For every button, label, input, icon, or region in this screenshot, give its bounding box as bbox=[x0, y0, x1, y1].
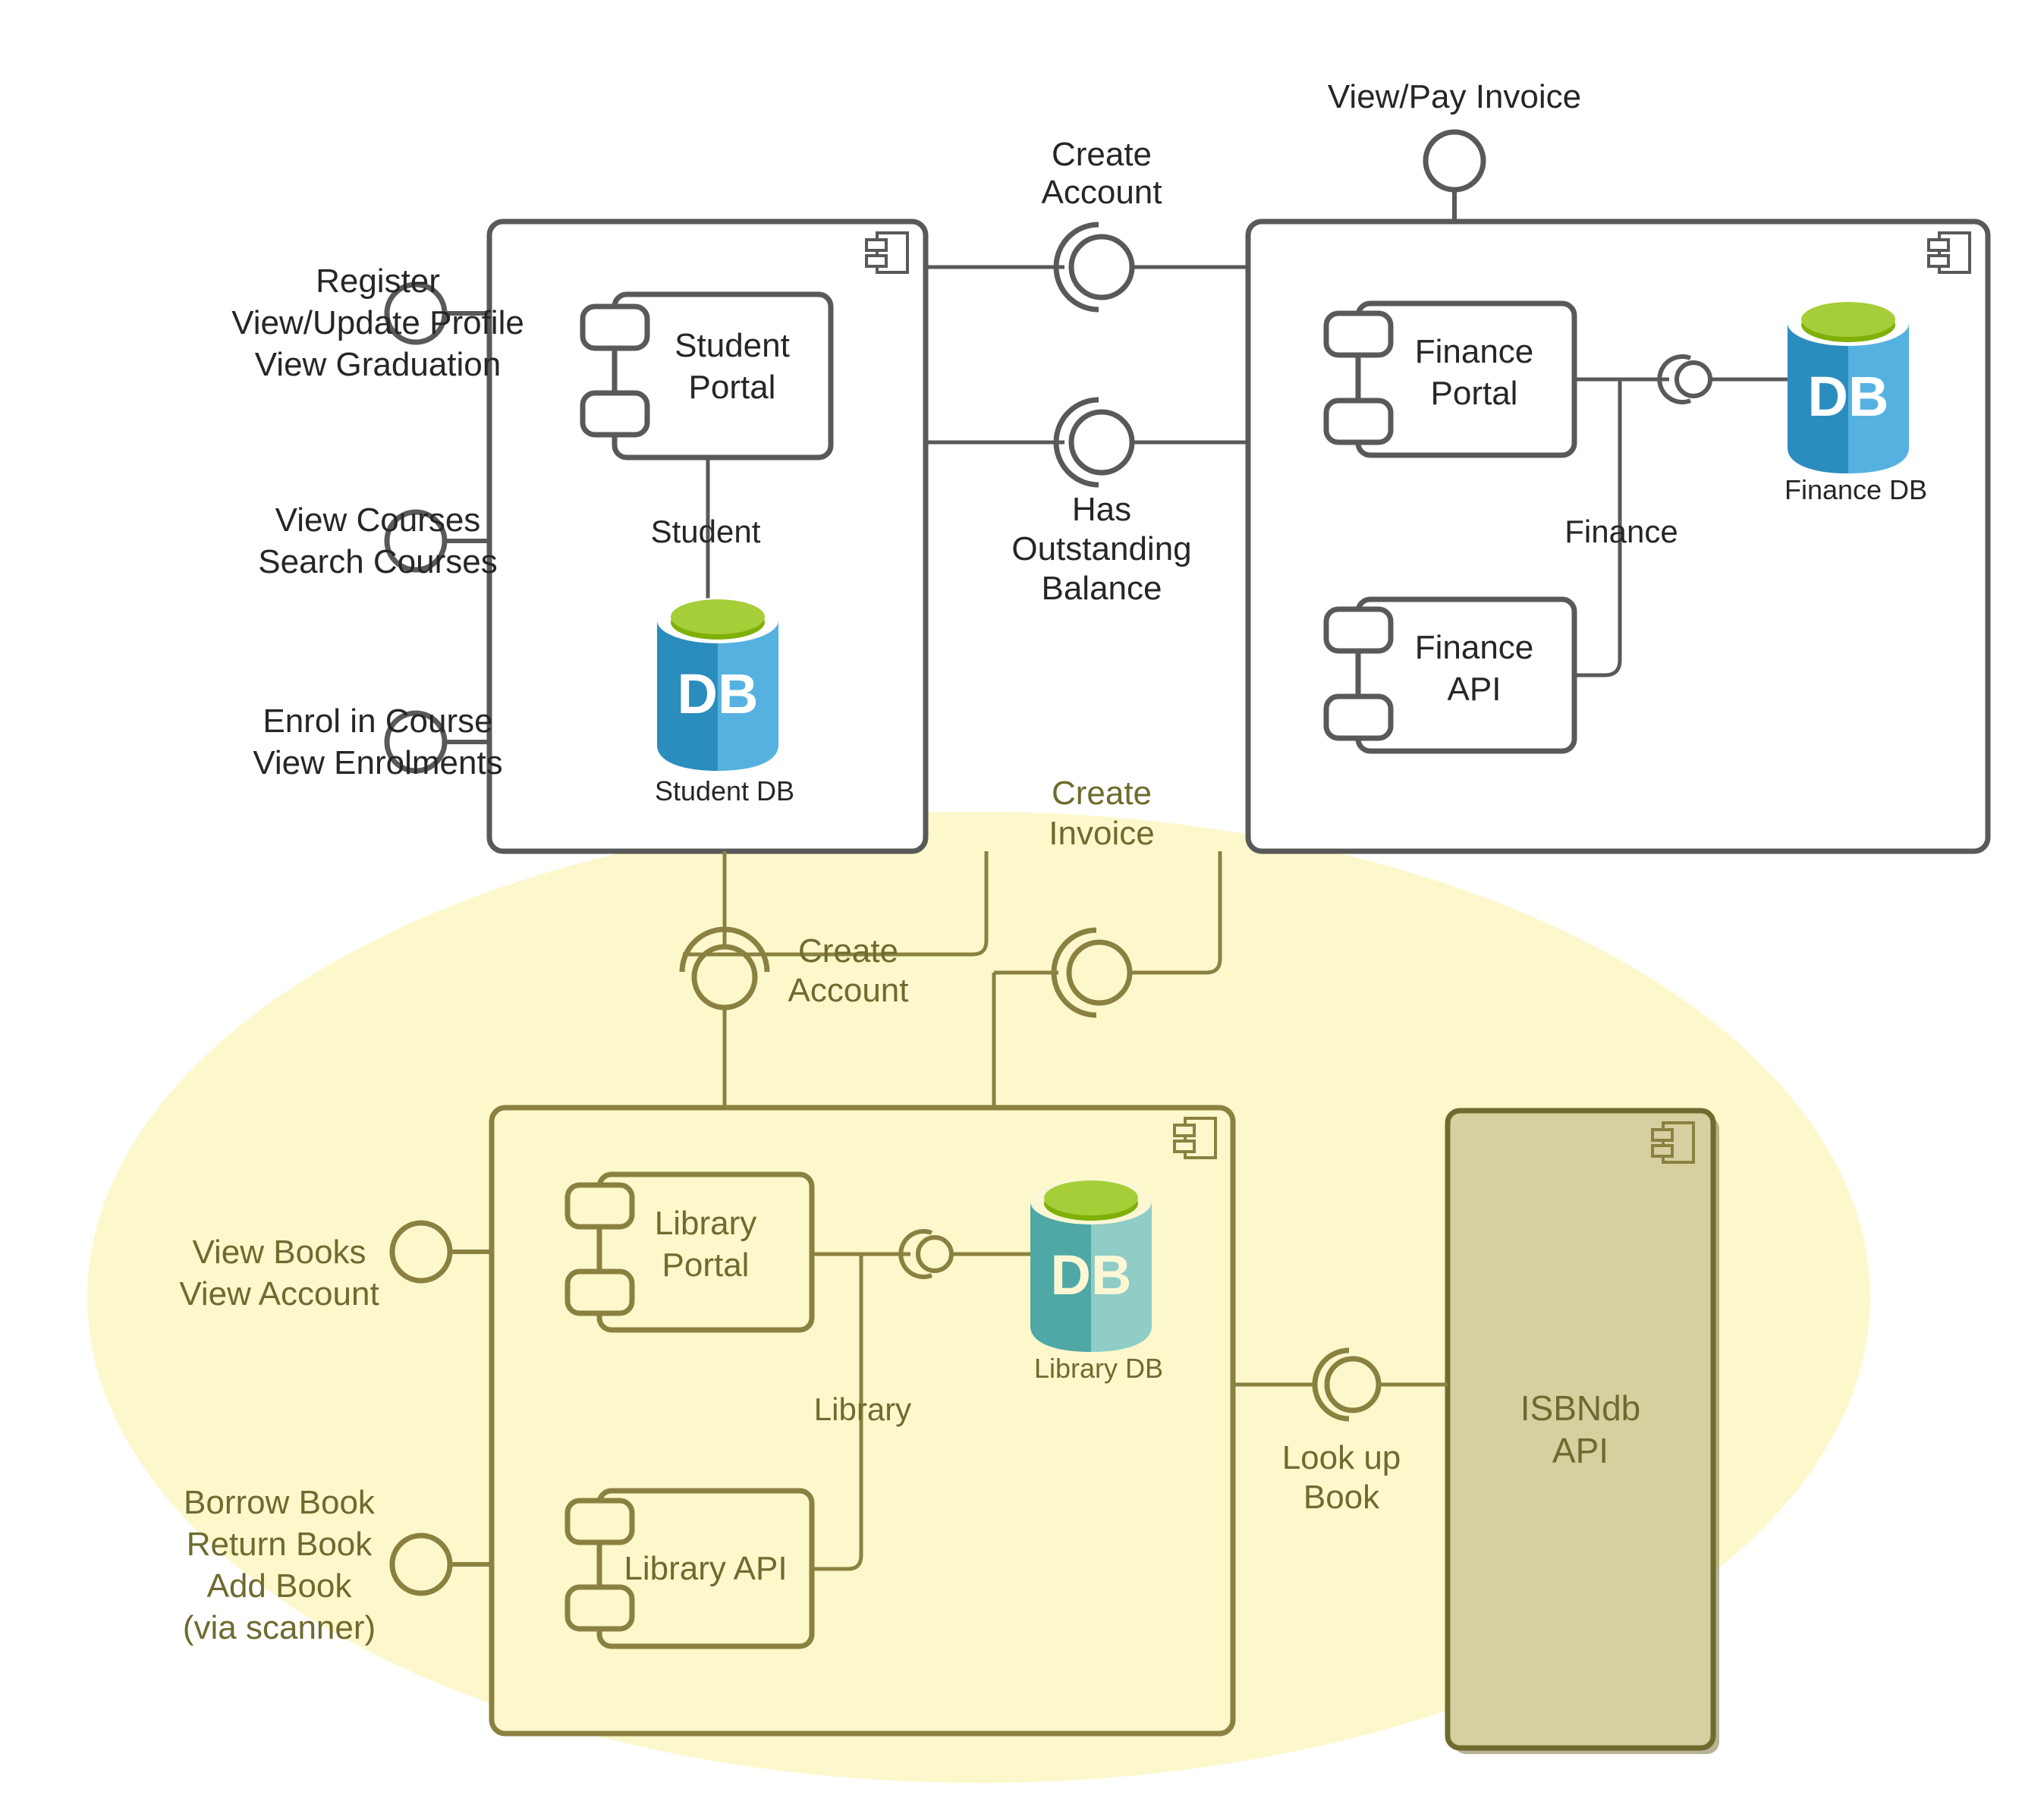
student-portal-label-2: Portal bbox=[689, 369, 776, 406]
student-db-caption: Student DB bbox=[655, 775, 794, 806]
label-line-1: Has bbox=[1072, 491, 1131, 528]
label-line-3: Balance bbox=[1041, 570, 1162, 607]
finance-db-caption: Finance DB bbox=[1785, 474, 1927, 505]
component-tab-top bbox=[580, 303, 650, 351]
component-tab-bottom bbox=[1323, 693, 1394, 741]
label-line-1: Enrol in Course bbox=[263, 703, 492, 740]
component-finance-portal[interactable]: Finance Portal bbox=[1323, 300, 1577, 458]
finance-api-label-2: API bbox=[1448, 671, 1502, 708]
library-portal-label-2: Portal bbox=[662, 1246, 750, 1284]
finance-api-label-1: Finance bbox=[1415, 629, 1534, 666]
label-line-2: Search Courses bbox=[258, 543, 497, 580]
component-tab-bottom bbox=[580, 390, 650, 438]
database-student-db[interactable] bbox=[657, 598, 778, 771]
interface-create-account-top[interactable] bbox=[926, 222, 1248, 313]
component-tab-top bbox=[1323, 310, 1394, 358]
label-has-outstanding-balance: Has Outstanding Balance bbox=[1011, 491, 1191, 607]
component-tab-top bbox=[564, 1182, 635, 1230]
connector-label-finance: Finance bbox=[1564, 514, 1678, 549]
label-line-1: View Courses bbox=[275, 501, 481, 539]
component-library-api[interactable]: Library API bbox=[564, 1488, 815, 1649]
component-tab-bottom bbox=[564, 1584, 635, 1632]
component-isbndb-api[interactable]: ISBNdb API bbox=[1445, 1108, 1719, 1754]
label-create-account-top: Create Account bbox=[1042, 136, 1162, 211]
component-diagram-svg: DB DB Student Portal Student Student DB … bbox=[87, 78, 1991, 1783]
label-line-1: Register bbox=[316, 262, 440, 300]
connector-label-student: Student bbox=[651, 514, 761, 549]
label-line-1: View/Pay Invoice bbox=[1328, 78, 1581, 115]
label-line-2: Book bbox=[1303, 1479, 1380, 1516]
label-line-1: Create bbox=[798, 932, 898, 970]
component-tab-bottom bbox=[1323, 398, 1394, 445]
label-line-1: Look up bbox=[1282, 1439, 1401, 1476]
label-line-3: View Graduation bbox=[255, 346, 502, 383]
component-tab-top bbox=[1323, 606, 1394, 654]
component-tab-bottom bbox=[564, 1268, 635, 1316]
isbndb-api-label-1: ISBNdb bbox=[1520, 1388, 1641, 1428]
label-line-2: View/Update Profile bbox=[231, 304, 524, 341]
label-line-2: Account bbox=[1042, 174, 1162, 211]
finance-portal-label-1: Finance bbox=[1415, 333, 1534, 370]
label-line-2: Outstanding bbox=[1011, 530, 1191, 567]
label-line-1: View Books bbox=[192, 1234, 366, 1271]
isbndb-body bbox=[1445, 1108, 1716, 1751]
label-line-4: (via scanner) bbox=[183, 1609, 376, 1646]
connector-label-library: Library bbox=[814, 1391, 911, 1427]
component-student-portal[interactable]: Student Portal bbox=[580, 291, 834, 461]
label-line-2: View Enrolments bbox=[253, 744, 502, 781]
label-line-1: Create bbox=[1052, 775, 1152, 812]
port-view-pay-invoice[interactable] bbox=[1423, 129, 1486, 222]
isbndb-api-label-2: API bbox=[1552, 1431, 1608, 1470]
library-api-label-1: Library API bbox=[624, 1550, 787, 1587]
label-line-1: Create bbox=[1052, 136, 1152, 173]
database-finance-db[interactable] bbox=[1788, 300, 1909, 473]
finance-portal-label-2: Portal bbox=[1431, 375, 1518, 412]
diagram-canvas: DB DB Student Portal Student Student DB … bbox=[0, 0, 2044, 1795]
student-portal-label-1: Student bbox=[675, 327, 790, 364]
label-line-2: Account bbox=[788, 972, 909, 1009]
label-line-2: View Account bbox=[179, 1275, 379, 1312]
database-library-db[interactable] bbox=[1030, 1179, 1152, 1352]
label-line-3: Add Book bbox=[207, 1567, 353, 1605]
library-portal-label-1: Library bbox=[655, 1205, 757, 1242]
component-tab-top bbox=[564, 1498, 635, 1545]
label-create-invoice: Create Invoice bbox=[1049, 775, 1154, 852]
label-student-profile: Register View/Update Profile View Gradua… bbox=[231, 262, 524, 383]
library-db-caption: Library DB bbox=[1034, 1353, 1163, 1384]
label-view-pay-invoice: View/Pay Invoice bbox=[1328, 78, 1581, 115]
component-library-portal[interactable]: Library Portal bbox=[564, 1171, 815, 1333]
label-line-1: Borrow Book bbox=[184, 1484, 376, 1521]
interface-has-outstanding-balance[interactable] bbox=[926, 397, 1248, 488]
label-line-2: Return Book bbox=[187, 1526, 373, 1563]
label-line-2: Invoice bbox=[1049, 815, 1154, 852]
component-finance-api[interactable]: Finance API bbox=[1323, 596, 1577, 754]
